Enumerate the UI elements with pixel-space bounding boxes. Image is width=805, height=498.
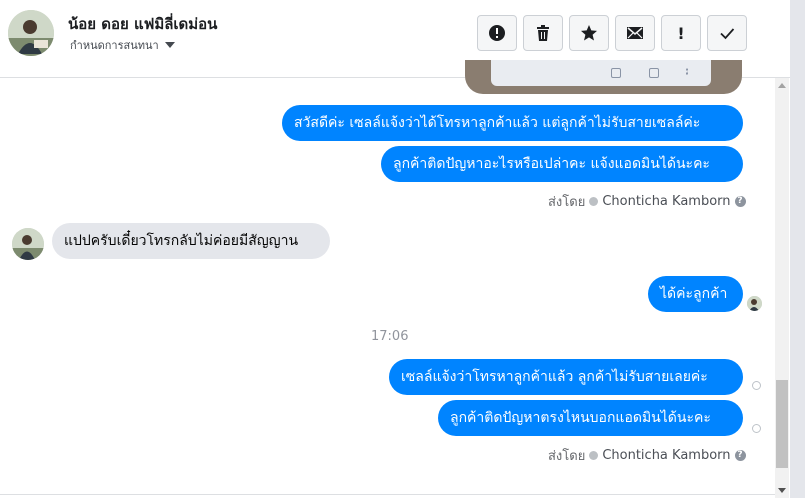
outgoing-message[interactable]: ลูกค้าติดปัญหาอะไรหรือเปล่าคะ แจ้งแอดมิน… [381, 146, 743, 182]
contact-name[interactable]: น้อย ดอย แฟมิลี่เดม่อน [68, 12, 217, 36]
admin-badge-icon [589, 451, 599, 460]
help-icon[interactable]: ? [734, 196, 746, 207]
attachment-screen [491, 60, 711, 86]
attachment-ui-icon [686, 68, 690, 76]
seen-avatar [747, 296, 762, 311]
delete-button[interactable] [523, 15, 563, 51]
conversation-settings-dropdown[interactable]: กำหนดการสนทนา [70, 36, 175, 54]
scrollbar-thumb[interactable] [776, 380, 788, 468]
follow-up-button[interactable]: ! [661, 15, 701, 51]
scroll-up-arrow-icon[interactable] [778, 83, 786, 88]
contact-avatar-small[interactable] [12, 228, 44, 260]
checkmark-icon [720, 28, 735, 40]
exclamation-icon: ! [677, 23, 685, 43]
mark-spam-button[interactable] [477, 15, 517, 51]
trash-icon [537, 25, 549, 41]
shared-image-attachment[interactable] [465, 60, 742, 94]
time-separator: 17:06 [371, 329, 409, 344]
chevron-down-icon [164, 42, 175, 48]
star-button[interactable] [569, 15, 609, 51]
attachment-ui-icon [649, 68, 659, 78]
conversation-settings-label: กำหนดการสนทนา [70, 39, 159, 52]
outgoing-message[interactable]: สวัสดีค่ะ เซลล์แจ้งว่าได้โทรหาลูกค้าแล้ว… [282, 105, 743, 141]
sender-name[interactable]: Chonticha Kamborn [602, 448, 730, 463]
incoming-message[interactable]: แปปครับเดี๋ยวโทรกลับไม่ค่อยมีสัญญาน [52, 223, 330, 259]
delivered-check-icon [752, 381, 761, 390]
attachment-ui-icon [611, 68, 621, 78]
alert-circle-icon [489, 25, 505, 41]
conversation-toolbar: ! [477, 15, 747, 51]
sent-by-info: ส่งโดย Chonticha Kamborn ? [548, 445, 746, 466]
composer-divider [0, 494, 775, 495]
sent-by-label: ส่งโดย [548, 449, 586, 464]
help-icon[interactable]: ? [734, 450, 746, 461]
outgoing-message[interactable]: ได้ค่ะลูกค้า [648, 276, 743, 312]
outgoing-message[interactable]: เซลล์แจ้งว่าโทรหาลูกค้าแล้ว ลูกค้าไม่รับ… [389, 359, 743, 395]
sent-by-info: ส่งโดย Chonticha Kamborn ? [548, 191, 746, 212]
contact-avatar[interactable] [8, 10, 54, 56]
star-icon [581, 25, 597, 41]
envelope-icon [627, 27, 643, 39]
admin-badge-icon [589, 197, 599, 206]
outgoing-message[interactable]: ลูกค้าติดปัญหาตรงไหนบอกแอดมินได้นะคะ [438, 400, 743, 436]
delivered-check-icon [752, 424, 761, 433]
mark-unread-button[interactable] [615, 15, 655, 51]
sent-by-label: ส่งโดย [548, 195, 586, 210]
sender-name[interactable]: Chonticha Kamborn [602, 194, 730, 209]
scroll-down-arrow-icon[interactable] [778, 488, 786, 493]
mark-done-button[interactable] [707, 15, 747, 51]
page-edge [790, 0, 805, 498]
